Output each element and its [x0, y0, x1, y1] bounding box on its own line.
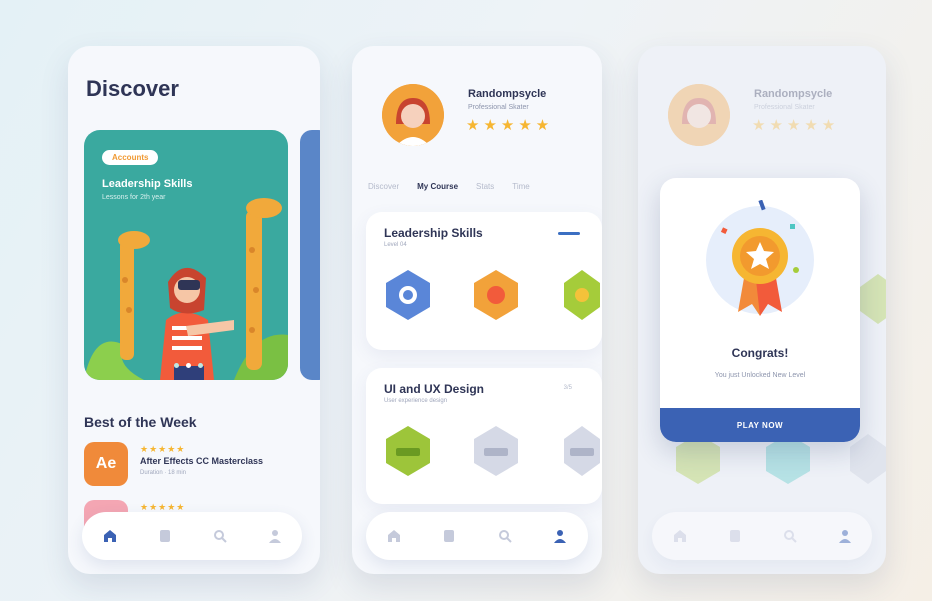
profile-name: Randompsycle [754, 88, 833, 100]
next-course-card[interactable] [300, 130, 320, 380]
rating-stars: ★★★★★ [140, 444, 186, 454]
giraffe-illustration [84, 198, 288, 380]
page-title: Discover [86, 76, 179, 101]
section-title: Best of the Week [84, 414, 197, 430]
user-icon[interactable] [266, 527, 284, 545]
after-effects-icon: Ae [84, 442, 128, 486]
home-icon[interactable] [671, 527, 689, 545]
course-name: After Effects CC Masterclass [140, 456, 264, 466]
carousel-dots[interactable] [174, 363, 203, 368]
card-progress: 3/5 [563, 385, 572, 391]
orange-badge-icon[interactable] [472, 268, 520, 322]
tab-bar: Discover My Course Stats Time [368, 182, 530, 191]
featured-course-card[interactable]: Accounts Leadership Skills Lessons for 2… [84, 130, 288, 380]
search-icon[interactable] [496, 527, 514, 545]
bottom-nav [366, 512, 588, 560]
green-badge-icon[interactable] [562, 268, 602, 322]
profile-rating: ★★★★★ [466, 117, 554, 134]
home-icon[interactable] [101, 527, 119, 545]
course-meta: Duration · 18 min [140, 470, 187, 476]
book-icon[interactable] [440, 527, 458, 545]
tab-time[interactable]: Time [512, 182, 529, 191]
profile-role: Professional Skater [468, 104, 529, 111]
card-subtitle: Level 04 [384, 242, 407, 248]
profile-role: Professional Skater [754, 104, 815, 111]
course-progress-card[interactable]: UI and UX Design User experience design … [366, 368, 602, 504]
course-progress-card[interactable]: Leadership Skills Level 04 [366, 212, 602, 350]
card-title: Leadership Skills [384, 226, 483, 240]
avatar [668, 84, 730, 146]
carousel-dot[interactable] [198, 363, 203, 368]
congrats-screen: Randompsycle Professional Skater ★★★★★ C… [638, 46, 886, 574]
progress-indicator [558, 232, 580, 235]
tab-my-course[interactable]: My Course [417, 182, 458, 191]
bottom-nav [652, 512, 872, 560]
discover-screen: Discover Accounts Leadership Skills Less… [68, 46, 320, 574]
badge-icon [850, 434, 886, 484]
profile-rating: ★★★★★ [752, 117, 840, 134]
badge-icon [860, 274, 886, 324]
carousel-dot[interactable] [174, 363, 179, 368]
blue-badge-icon[interactable] [384, 268, 432, 322]
green-badge-icon[interactable] [384, 424, 432, 478]
book-icon[interactable] [156, 527, 174, 545]
search-icon[interactable] [781, 527, 799, 545]
profile-screen: Randompsycle Professional Skater ★★★★★ D… [352, 46, 602, 574]
carousel-dot-active[interactable] [186, 363, 191, 368]
home-icon[interactable] [385, 527, 403, 545]
user-icon[interactable] [551, 527, 569, 545]
congrats-dialog: Congrats! You just Unlocked New Level PL… [660, 178, 860, 442]
play-now-button[interactable]: PLAY NOW [660, 408, 860, 442]
locked-badge-icon[interactable] [472, 424, 520, 478]
book-icon[interactable] [726, 527, 744, 545]
medal-icon [706, 200, 814, 316]
list-item[interactable]: Ae ★★★★★ After Effects CC Masterclass Du… [84, 442, 304, 486]
dialog-subtitle: You just Unlocked New Level [714, 372, 806, 379]
user-icon[interactable] [836, 527, 854, 545]
card-title: UI and UX Design [384, 382, 485, 396]
avatar[interactable] [382, 84, 444, 146]
card-subtitle: User experience design [384, 398, 448, 404]
dialog-title: Congrats! [731, 346, 789, 360]
bottom-nav [82, 512, 302, 560]
profile-name: Randompsycle [468, 88, 547, 100]
locked-badge-icon[interactable] [562, 424, 602, 478]
tab-discover[interactable]: Discover [368, 182, 399, 191]
tab-stats[interactable]: Stats [476, 182, 494, 191]
search-icon[interactable] [211, 527, 229, 545]
